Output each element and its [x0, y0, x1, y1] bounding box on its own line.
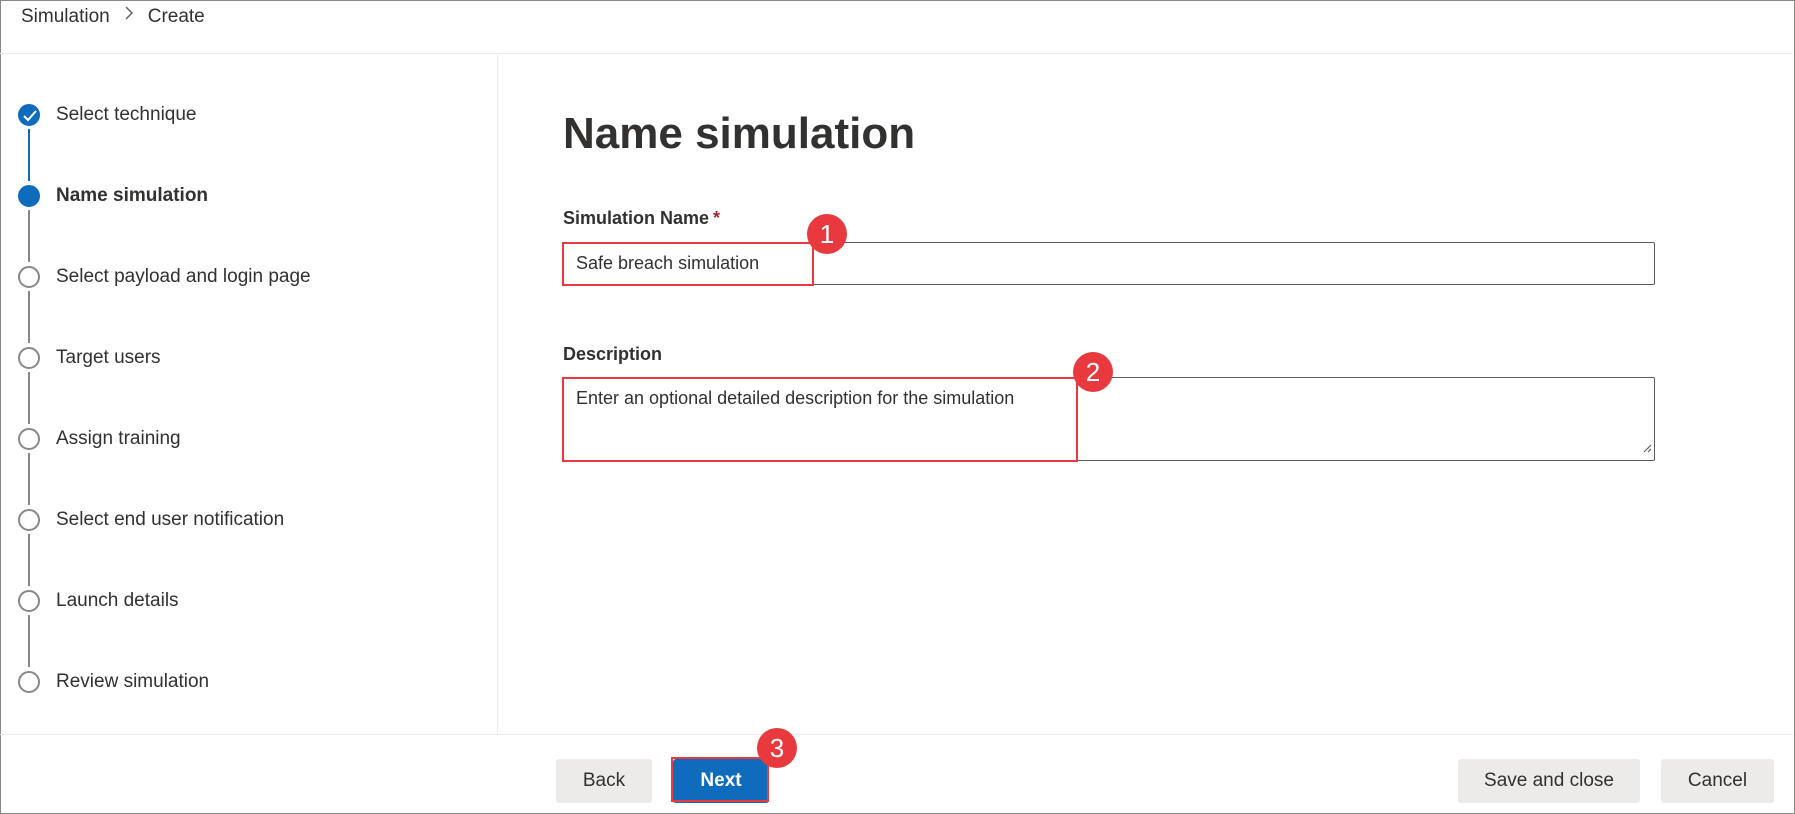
back-button[interactable]: Back	[556, 759, 652, 803]
save-and-close-button[interactable]: Save and close	[1458, 759, 1640, 803]
pending-step-icon	[18, 266, 40, 288]
checkmark-icon	[18, 104, 40, 126]
chevron-right-icon	[124, 6, 134, 20]
step-connector	[28, 615, 30, 667]
step-connector	[28, 372, 30, 424]
step-label: Select payload and login page	[56, 266, 311, 287]
annotation-box-3	[671, 757, 769, 802]
step-connector	[28, 534, 30, 586]
step-connector	[28, 291, 30, 343]
step-label: Review simulation	[56, 671, 210, 692]
step-label: Select end user notification	[56, 509, 285, 530]
simulation-name-label-text: Simulation Name	[563, 208, 710, 228]
pending-step-icon	[18, 590, 40, 612]
step-connector	[28, 129, 30, 181]
page-title: Name simulation	[563, 109, 916, 158]
step-label: Launch details	[56, 590, 179, 611]
annotation-badge-3: 3	[757, 728, 797, 768]
step-label: Name simulation	[56, 185, 209, 206]
cancel-button[interactable]: Cancel	[1661, 759, 1774, 803]
breadcrumb-simulation[interactable]: Simulation	[21, 6, 110, 28]
breadcrumb: Simulation Create	[0, 0, 1793, 54]
annotation-badge-2: 2	[1073, 352, 1113, 392]
pending-step-icon	[18, 671, 40, 693]
annotation-box-1	[562, 242, 814, 286]
pending-step-icon	[18, 347, 40, 369]
step-label: Select technique	[56, 104, 197, 125]
pending-step-icon	[18, 428, 40, 450]
description-label: Description	[563, 344, 663, 364]
step-label: Assign training	[56, 428, 181, 449]
step-connector	[28, 210, 30, 262]
annotation-box-2	[562, 377, 1078, 462]
footer-bar: Back Next Save and close Cancel	[0, 734, 1793, 813]
pending-step-icon	[18, 509, 40, 531]
annotation-badge-1: 1	[807, 214, 847, 254]
resize-grip-icon[interactable]	[1642, 437, 1652, 458]
required-marker: *	[713, 208, 721, 228]
step-connector	[28, 453, 30, 505]
current-step-icon	[18, 185, 40, 207]
step-label: Target users	[56, 347, 161, 368]
simulation-name-label: Simulation Name *	[563, 208, 720, 229]
wizard-stepper: Select technique Name simulation Select …	[0, 55, 498, 734]
breadcrumb-create: Create	[147, 6, 205, 27]
